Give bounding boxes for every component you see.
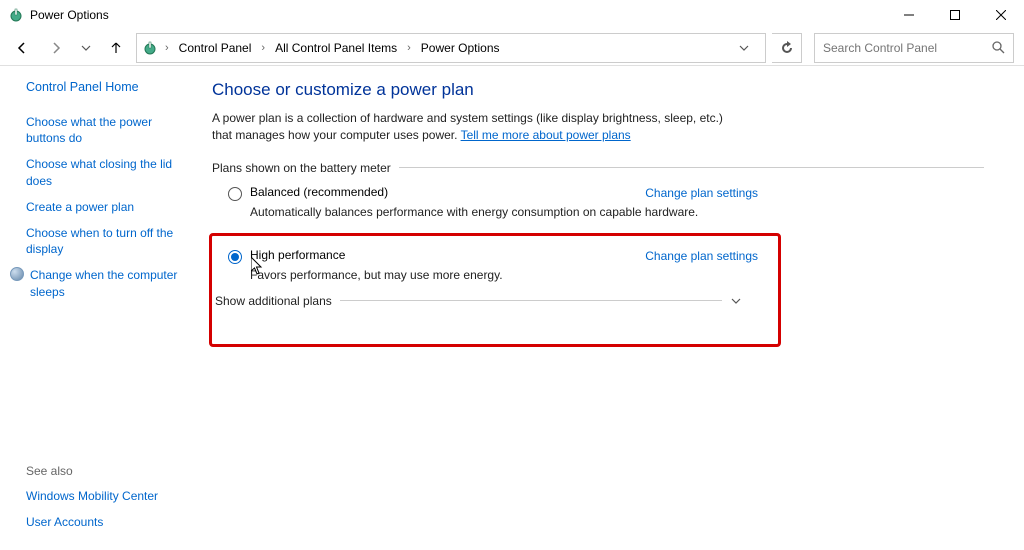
search-box[interactable] — [814, 33, 1014, 63]
breadcrumb-control-panel[interactable]: Control Panel — [175, 39, 256, 57]
sidebar: Control Panel Home Choose what the power… — [0, 66, 198, 550]
page-description: A power plan is a collection of hardware… — [212, 110, 732, 145]
refresh-button[interactable] — [772, 33, 802, 63]
sidebar-link-create-plan[interactable]: Create a power plan — [26, 199, 188, 215]
plan-balanced: Balanced (recommended) Change plan setti… — [212, 185, 984, 219]
radio-unchecked-icon[interactable] — [228, 187, 242, 201]
tell-me-more-link[interactable]: Tell me more about power plans — [461, 128, 631, 142]
divider — [399, 167, 984, 168]
breadcrumb-power-options[interactable]: Power Options — [417, 39, 504, 57]
chevron-right-icon[interactable]: › — [163, 42, 171, 54]
search-icon[interactable] — [992, 41, 1005, 54]
plan-name: High performance — [250, 248, 345, 262]
close-button[interactable] — [978, 0, 1024, 30]
window-title: Power Options — [30, 8, 109, 22]
window-controls — [886, 0, 1024, 30]
navigation-bar: › Control Panel › All Control Panel Item… — [0, 30, 1024, 66]
sidebar-link-power-buttons[interactable]: Choose what the power buttons do — [26, 114, 188, 146]
chevron-right-icon[interactable]: › — [259, 42, 267, 54]
address-dropdown-icon[interactable] — [739, 43, 761, 53]
radio-checked-icon[interactable] — [228, 250, 242, 264]
sidebar-link-closing-lid[interactable]: Choose what closing the lid does — [26, 156, 188, 188]
back-button[interactable] — [8, 34, 36, 62]
page-title: Choose or customize a power plan — [212, 80, 984, 100]
divider — [340, 300, 722, 301]
title-bar: Power Options — [0, 0, 1024, 30]
chevron-down-icon[interactable] — [730, 295, 742, 307]
see-also-user-accounts[interactable]: User Accounts — [26, 514, 188, 530]
control-panel-home-link[interactable]: Control Panel Home — [26, 80, 188, 94]
search-input[interactable] — [823, 41, 992, 55]
show-additional-plans-toggle[interactable]: Show additional plans — [212, 294, 742, 308]
main-content: Choose or customize a power plan A power… — [198, 66, 1024, 550]
plan-name: Balanced (recommended) — [250, 185, 388, 199]
plan-description: Favors performance, but may use more ene… — [228, 268, 728, 282]
see-also-header: See also — [26, 464, 188, 478]
breadcrumb-all-items[interactable]: All Control Panel Items — [271, 39, 401, 57]
sidebar-link-turn-off-display[interactable]: Choose when to turn off the display — [26, 225, 188, 257]
plan-high-performance: High performance Change plan settings Fa… — [212, 248, 764, 282]
change-plan-settings-link[interactable]: Change plan settings — [645, 186, 758, 200]
sidebar-link-computer-sleeps[interactable]: Change when the computer sleeps — [10, 267, 188, 299]
forward-button[interactable] — [42, 34, 70, 62]
power-options-icon — [8, 7, 24, 23]
maximize-button[interactable] — [932, 0, 978, 30]
power-options-icon — [141, 39, 159, 57]
sidebar-item-label: Change when the computer sleeps — [30, 267, 188, 299]
chevron-right-icon[interactable]: › — [405, 42, 413, 54]
plan-radio-row[interactable]: Balanced (recommended) — [228, 185, 388, 201]
plans-section-label: Plans shown on the battery meter — [212, 161, 984, 175]
shield-icon — [10, 267, 24, 281]
minimize-button[interactable] — [886, 0, 932, 30]
plan-radio-row[interactable]: High performance — [228, 248, 345, 264]
plan-description: Automatically balances performance with … — [228, 205, 728, 219]
recent-locations-button[interactable] — [76, 34, 96, 62]
address-bar[interactable]: › Control Panel › All Control Panel Item… — [136, 33, 766, 63]
change-plan-settings-link[interactable]: Change plan settings — [645, 249, 758, 263]
up-button[interactable] — [102, 34, 130, 62]
see-also-mobility-center[interactable]: Windows Mobility Center — [26, 488, 188, 504]
highlight-annotation: High performance Change plan settings Fa… — [209, 233, 781, 347]
